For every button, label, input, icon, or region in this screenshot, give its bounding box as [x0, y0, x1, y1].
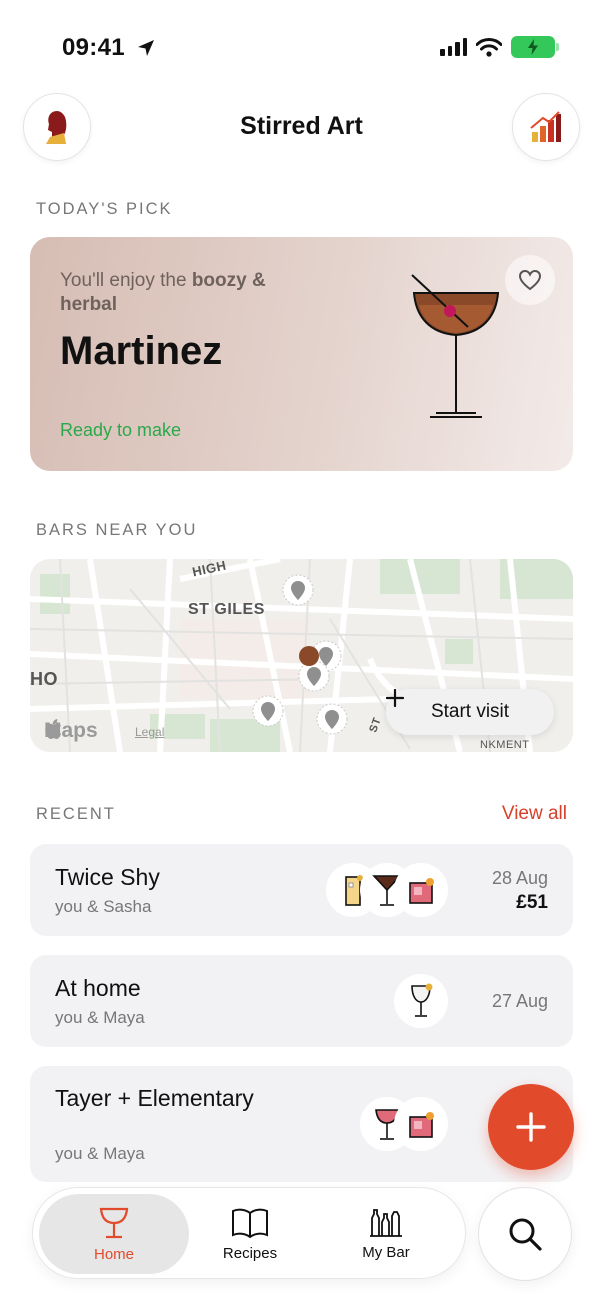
book-icon [232, 1208, 268, 1238]
martini-coupe-glass-icon [411, 274, 500, 418]
section-label-todays-pick: TODAY'S PICK [36, 200, 173, 218]
status-time: 09:41 [62, 34, 125, 61]
recent-visit-card[interactable]: Twice Shy you & Sasha 28 Aug £51 [30, 844, 573, 936]
tab-recipes-label: Recipes [222, 1244, 278, 1262]
visit-title: Tayer + Elementary [55, 1085, 254, 1111]
todays-pick-card[interactable]: You'll enjoy the boozy & herbal Martinez… [30, 237, 573, 471]
heart-icon [518, 269, 542, 291]
pick-cocktail-name: Martinez [60, 329, 223, 373]
tab-my-bar[interactable]: My Bar [311, 1194, 461, 1274]
visit-date: 28 Aug [491, 868, 548, 888]
bar-chart-trend-icon [530, 111, 561, 142]
visit-price: £51 [516, 892, 548, 913]
visit-title: Twice Shy [55, 864, 160, 890]
tab-home[interactable]: Home [39, 1194, 189, 1274]
bottles-icon [370, 1208, 402, 1237]
stats-button[interactable] [512, 93, 580, 161]
visit-date: 27 Aug [491, 991, 548, 1011]
tab-bar: Home Recipes My Bar [32, 1187, 466, 1279]
apple-maps-logo: Maps [44, 719, 98, 742]
start-visit-label: Start visit [430, 701, 510, 722]
map-label-edge-left: HO [30, 669, 58, 689]
search-button[interactable] [478, 1187, 572, 1281]
location-arrow-icon [138, 40, 154, 56]
visit-title: At home [55, 975, 141, 1001]
pick-ready-status: Ready to make [60, 420, 182, 440]
map-label-area: ST GILES [188, 601, 265, 618]
cellular-signal-icon [440, 38, 467, 56]
start-visit-button[interactable]: Start visit [386, 689, 554, 735]
drink-avatar [394, 863, 448, 917]
drink-avatar [394, 974, 448, 1028]
tab-my-bar-label: My Bar [362, 1243, 410, 1261]
drink-avatar [394, 1097, 448, 1151]
rocks-glass-icon [409, 878, 434, 904]
section-label-bars-near-you: BARS NEAR YOU [36, 521, 198, 539]
visit-companions: you & Maya [55, 1008, 145, 1027]
rocks-glass-icon [409, 1112, 434, 1138]
plus-icon [386, 689, 404, 707]
recent-visit-card[interactable]: At home you & Maya 27 Aug [30, 955, 573, 1047]
visit-companions: you & Sasha [55, 897, 152, 916]
tulip-glass-icon [411, 983, 433, 1017]
view-all-link[interactable]: View all [502, 803, 567, 825]
status-bar: 09:41 [0, 0, 603, 92]
plus-icon [516, 1112, 546, 1142]
section-label-recent: RECENT [36, 805, 116, 823]
wifi-icon [476, 37, 502, 57]
favorite-button[interactable] [505, 255, 555, 305]
add-visit-button[interactable] [488, 1084, 574, 1170]
apple-logo-icon [45, 719, 62, 739]
map-label-embankment: NKMENT [480, 739, 530, 751]
tab-home-label: Home [93, 1245, 134, 1263]
visit-companions: you & Maya [55, 1144, 145, 1163]
bars-map[interactable]: ST GILES HIGH HO ST NKMENT Maps Legal St… [30, 559, 573, 752]
pick-subtitle: You'll enjoy the boozy & herbal [60, 270, 266, 315]
battery-charging-icon [511, 36, 559, 58]
search-icon [509, 1218, 542, 1251]
tab-recipes[interactable]: Recipes [175, 1194, 325, 1274]
maps-legal-link[interactable]: Legal [135, 725, 164, 739]
coupe-glass-icon [99, 1207, 129, 1238]
